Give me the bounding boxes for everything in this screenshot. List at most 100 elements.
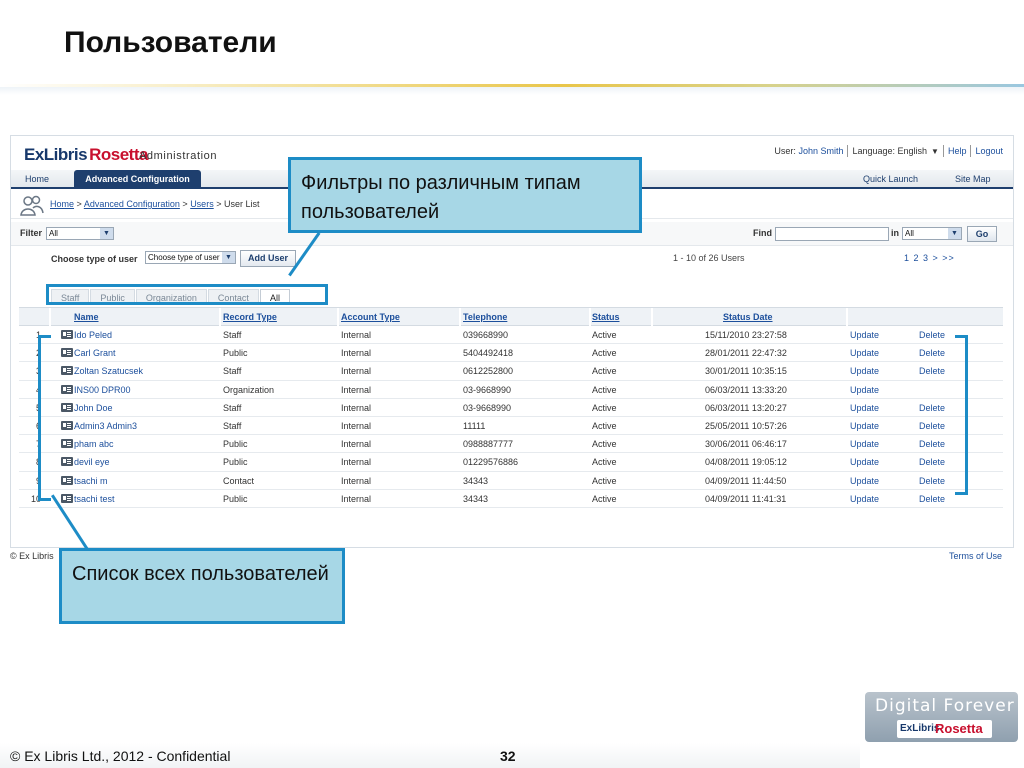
user-card-icon[interactable] [61, 493, 73, 503]
go-button[interactable]: Go [967, 226, 997, 242]
account-type-cell: Internal [341, 348, 372, 359]
table-row: 1 Ido Peled Staff Internal 039668990 Active 15… [19, 326, 1003, 345]
terms-of-use-link[interactable]: Terms of Use [949, 551, 1002, 561]
record-type-cell: Staff [223, 330, 242, 340]
update-link[interactable]: Update [850, 494, 879, 504]
status-cell: Active [592, 439, 617, 450]
user-card-icon[interactable] [61, 457, 73, 467]
in-label: in [891, 228, 899, 238]
user-name-link[interactable]: tsachi m [74, 476, 108, 486]
telephone-cell: 5404492418 [463, 348, 514, 359]
user-name-link[interactable]: Zoltan Szatucsek [74, 366, 143, 376]
account-type-cell: Internal [341, 402, 372, 413]
delete-link[interactable]: Delete [919, 366, 945, 376]
filter-label: Filter [20, 228, 43, 238]
user-card-icon[interactable] [61, 439, 73, 449]
update-link[interactable]: Update [850, 457, 879, 467]
language-select[interactable]: Language: English [852, 146, 927, 156]
update-link[interactable]: Update [850, 385, 879, 395]
user-name-link[interactable]: Admin3 Admin3 [74, 421, 137, 431]
digital-forever-text: Digital Forever [875, 696, 1015, 716]
breadcrumb-home[interactable]: Home [50, 199, 74, 209]
app-copyright: © Ex Libris [10, 551, 54, 561]
telephone-cell: 03-9668990 [463, 402, 512, 413]
logout-link[interactable]: Logout [975, 146, 1003, 156]
filter-select[interactable]: All ▼ [46, 227, 114, 240]
tabs-highlight-bracket [46, 284, 328, 305]
header-divider [459, 308, 461, 326]
record-type-cell: Staff [223, 366, 242, 377]
delete-link[interactable]: Delete [919, 330, 945, 340]
list-highlight-bracket [38, 335, 51, 501]
column-header-telephone[interactable]: Telephone [463, 312, 507, 322]
find-input[interactable] [775, 227, 889, 241]
find-in-select[interactable]: All ▼ [902, 227, 962, 240]
telephone-cell: 11111 [463, 420, 486, 431]
chevron-down-icon[interactable]: ▼ [100, 228, 113, 239]
table-row: 6 Admin3 Admin3 Staff Internal 11111 Active 25… [19, 417, 1003, 436]
user-card-icon[interactable] [61, 330, 73, 339]
delete-link[interactable]: Delete [919, 403, 945, 413]
brand-logo[interactable]: ExLibris Rosetta [24, 145, 148, 165]
user-name-link[interactable]: Ido Peled [74, 330, 112, 340]
chevron-down-icon[interactable]: ▼ [931, 147, 939, 156]
column-header-account-type[interactable]: Account Type [341, 312, 400, 322]
user-card-icon[interactable] [61, 348, 73, 358]
help-link[interactable]: Help [948, 146, 967, 156]
user-name-link[interactable]: tsachi test [74, 494, 115, 504]
delete-link[interactable]: Delete [919, 348, 945, 358]
actions-highlight-bracket [955, 335, 968, 495]
delete-link[interactable]: Delete [919, 476, 945, 486]
column-header-name[interactable]: Name [74, 312, 99, 322]
user-name-link[interactable]: John Smith [798, 146, 843, 156]
breadcrumb-users[interactable]: Users [190, 199, 214, 209]
user-type-bar: Choose type of user Choose type of user … [11, 246, 1013, 272]
update-link[interactable]: Update [850, 439, 879, 449]
user-type-select[interactable]: Choose type of user ▼ [145, 251, 236, 264]
update-link[interactable]: Update [850, 330, 879, 340]
pagination-links[interactable]: 1 2 3 > >> [904, 253, 955, 263]
table-row: 3 Zoltan Szatucsek Staff Internal 0612252800… [19, 362, 1003, 381]
user-name-link[interactable]: pham abc [74, 439, 114, 449]
user-name-link[interactable]: John Doe [74, 403, 113, 413]
update-link[interactable]: Update [850, 348, 879, 358]
brand-subtitle: Administration [139, 150, 218, 162]
user-name-link[interactable]: INS00 DPR00 [74, 385, 131, 395]
nav-quick-launch[interactable]: Quick Launch [863, 174, 918, 184]
status-cell: Active [592, 348, 617, 359]
breadcrumb-advanced-configuration[interactable]: Advanced Configuration [84, 199, 180, 209]
update-link[interactable]: Update [850, 366, 879, 376]
account-type-cell: Internal [341, 420, 372, 431]
column-header-status[interactable]: Status [592, 312, 620, 322]
chevron-down-icon[interactable]: ▼ [222, 252, 235, 263]
status-cell: Active [592, 493, 617, 504]
user-name-link[interactable]: Carl Grant [74, 348, 116, 358]
user-card-icon[interactable] [61, 402, 73, 412]
header-divider [219, 308, 221, 326]
account-type-cell: Internal [341, 384, 372, 395]
delete-link[interactable]: Delete [919, 494, 945, 504]
user-card-icon[interactable] [61, 420, 73, 430]
user-name-link[interactable]: devil eye [74, 457, 110, 467]
update-link[interactable]: Update [850, 476, 879, 486]
add-user-button[interactable]: Add User [240, 250, 296, 267]
nav-home[interactable]: Home [25, 174, 49, 184]
nav-advanced-configuration[interactable]: Advanced Configuration [74, 170, 201, 189]
brand-exlibris: ExLibris [24, 145, 88, 164]
delete-link[interactable]: Delete [919, 421, 945, 431]
delete-link[interactable]: Delete [919, 439, 945, 449]
user-card-icon[interactable] [61, 366, 73, 376]
user-card-icon[interactable] [61, 475, 73, 485]
chevron-down-icon[interactable]: ▼ [948, 228, 961, 239]
user-card-icon[interactable] [61, 384, 73, 394]
update-link[interactable]: Update [850, 421, 879, 431]
update-link[interactable]: Update [850, 403, 879, 413]
delete-link[interactable]: Delete [919, 457, 945, 467]
nav-site-map[interactable]: Site Map [955, 174, 991, 184]
record-type-cell: Contact [223, 475, 255, 486]
column-header-status-date[interactable]: Status Date [723, 312, 773, 322]
user-bar: User: John Smith Language: English ▼ Hel… [774, 145, 1003, 157]
logo-rosetta: Rosetta [935, 721, 983, 736]
column-header-record-type[interactable]: Record Type [223, 312, 277, 322]
title-shadow [0, 87, 1024, 95]
